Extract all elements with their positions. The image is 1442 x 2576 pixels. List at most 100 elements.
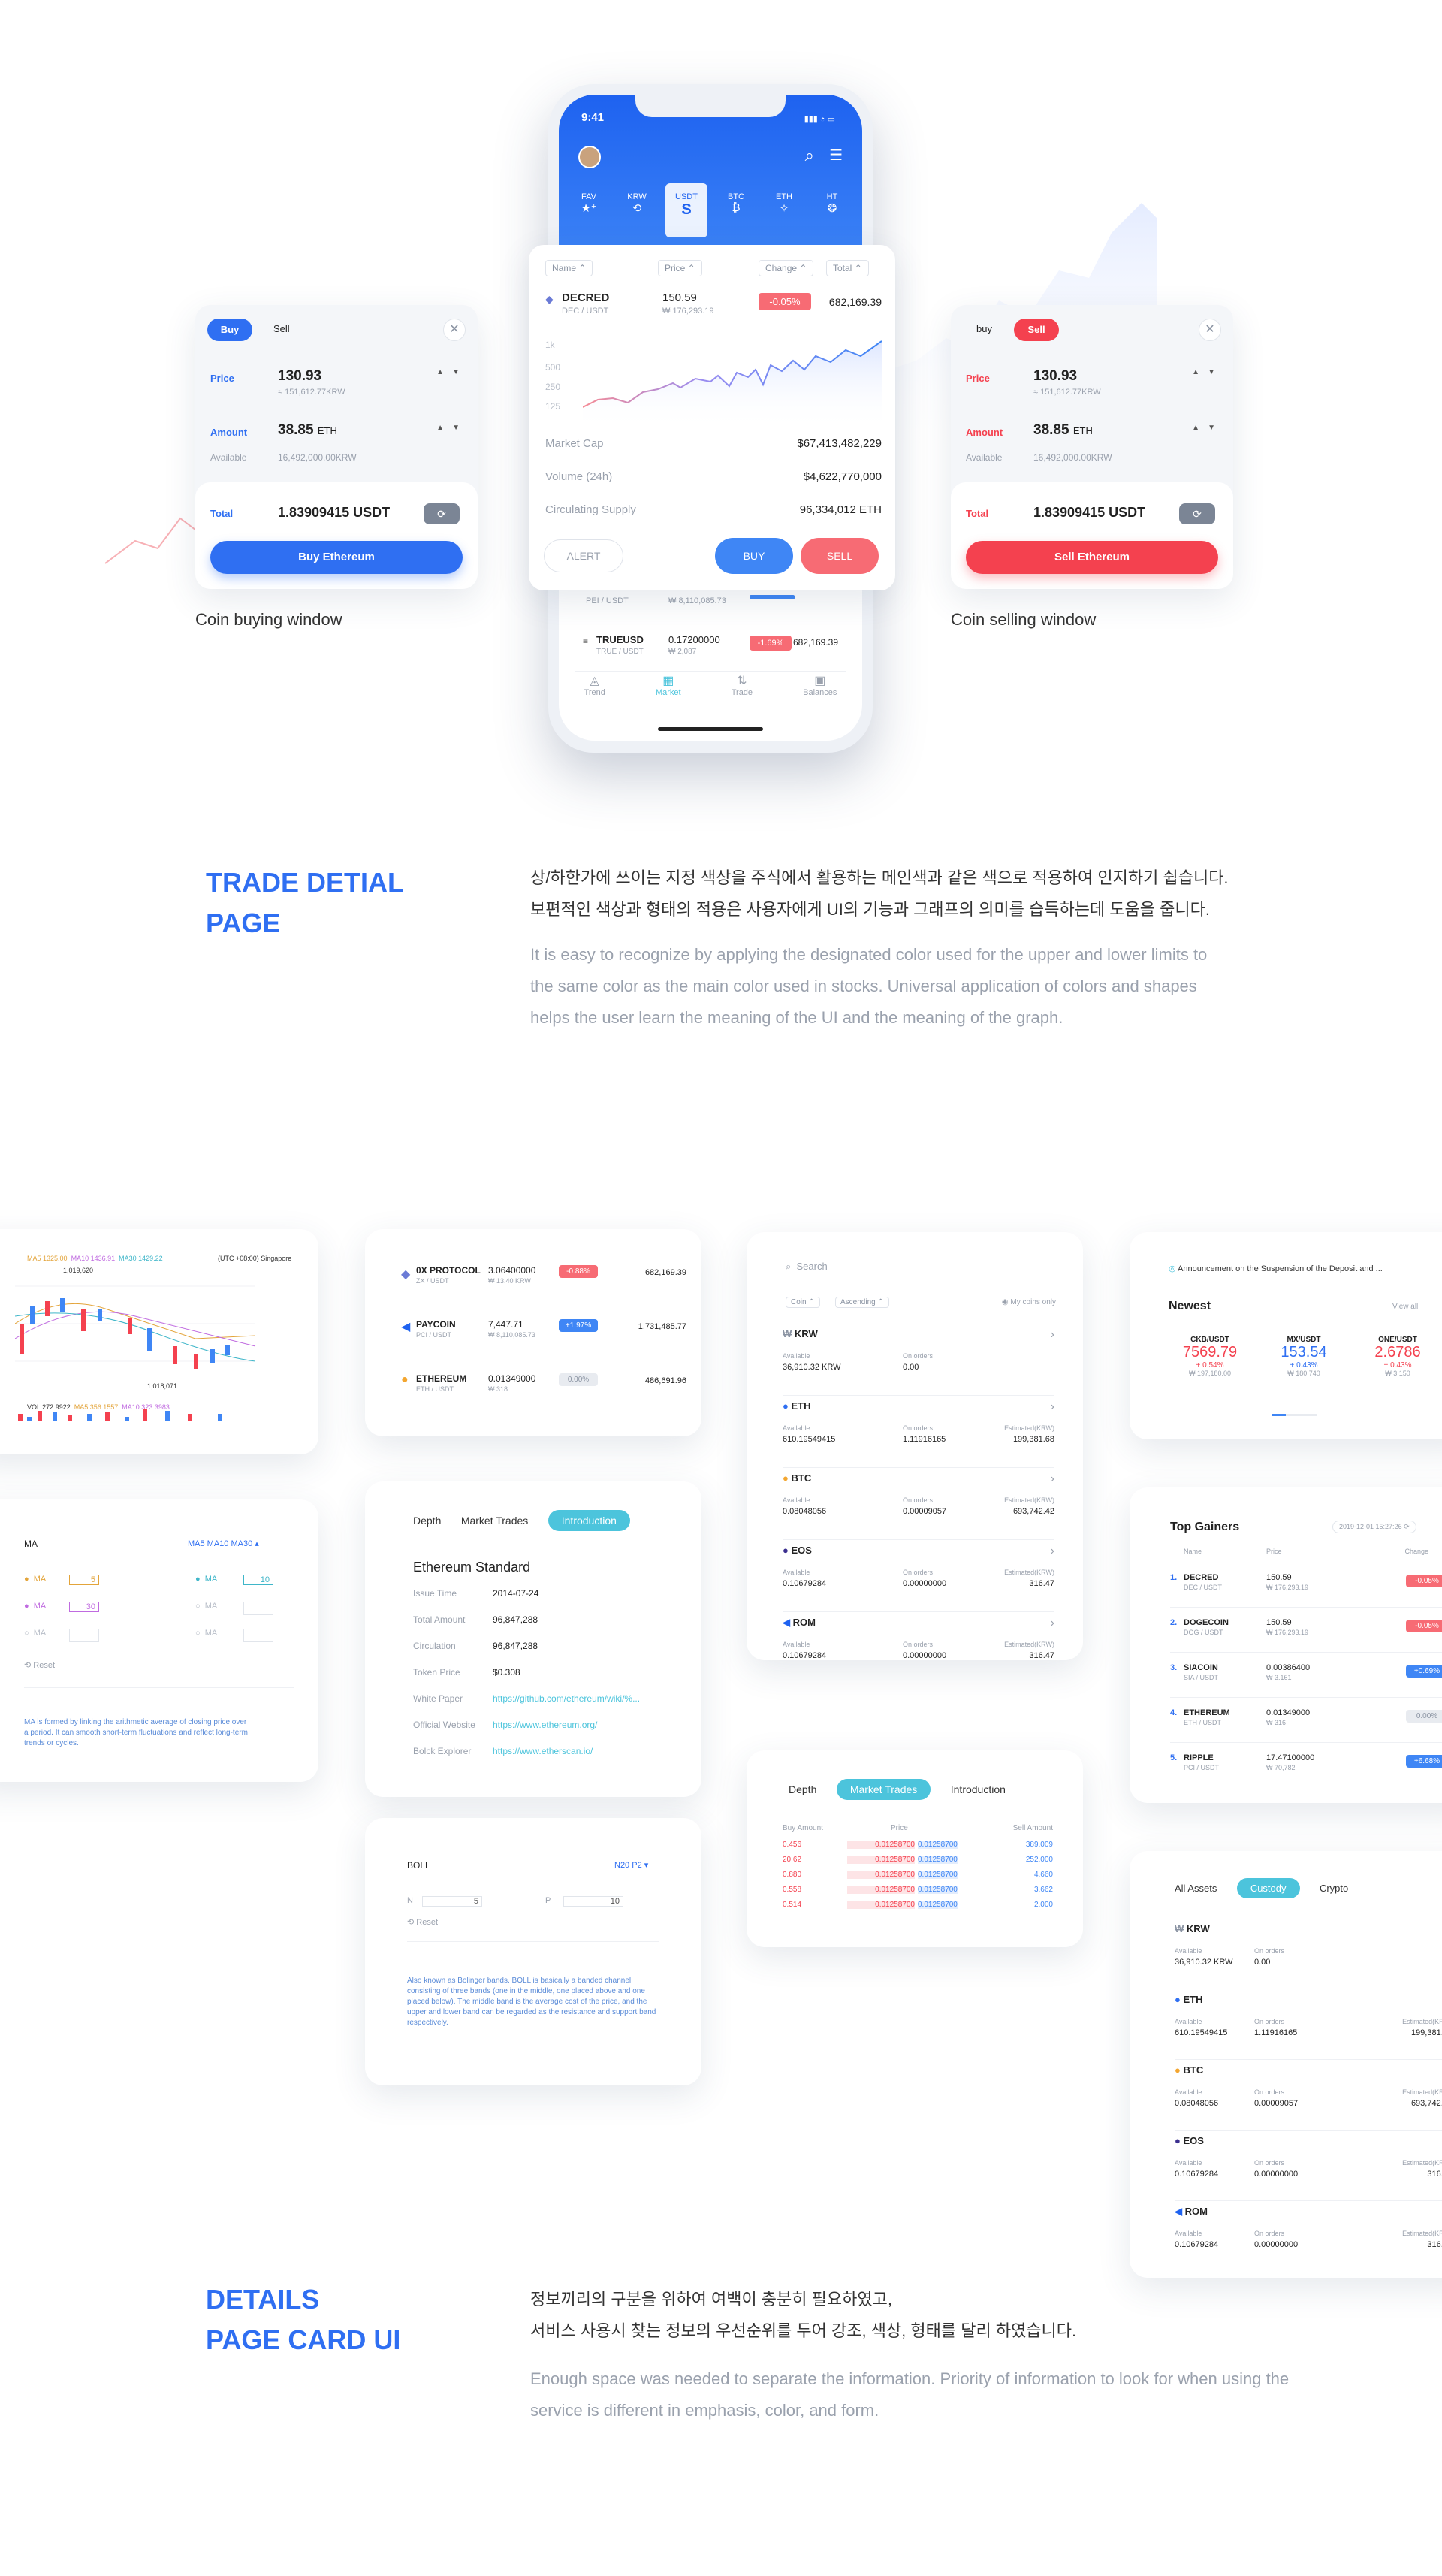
amount-value[interactable]: 38.85 ETH: [1033, 422, 1093, 439]
ma-select[interactable]: MA5 MA10 MA30 ▴: [188, 1539, 259, 1548]
coin-filter[interactable]: Coin ⌃: [786, 1297, 820, 1308]
balance-row-krw[interactable]: ₩ KRW › Available 36,910.32 KRW On order…: [783, 1324, 1054, 1396]
gainer-row[interactable]: 2. DOGECOIN DOG / USDT 150.59 ₩ 176,293.…: [1170, 1608, 1442, 1653]
nav-market[interactable]: ▦ Market: [656, 673, 681, 718]
buy-button[interactable]: BUY: [715, 538, 793, 574]
tab-introduction[interactable]: Introduction: [951, 1783, 1006, 1795]
search-icon[interactable]: ⌕: [805, 146, 814, 165]
boll-n[interactable]: N5: [407, 1896, 482, 1907]
nav-trade[interactable]: ⇅ Trade: [732, 673, 753, 718]
price-sub: ≈ 151,612.77KRW: [1033, 388, 1101, 397]
reset-button[interactable]: ⟲ Reset: [24, 1660, 55, 1670]
white-paper-link[interactable]: https://github.com/ethereum/wiki/%...: [493, 1693, 640, 1704]
asset-row-rom[interactable]: ◀ ROM › Available 0.10679284 On orders 0…: [1175, 2201, 1442, 2272]
price-value[interactable]: 130.93: [1033, 368, 1077, 385]
sell-button[interactable]: SELL: [801, 538, 879, 574]
tab-sell[interactable]: Sell: [273, 323, 290, 334]
nav-balances[interactable]: ▣ Balances: [803, 673, 837, 718]
balance-row-btc[interactable]: ● BTC › Available 0.08048056 On orders 0…: [783, 1468, 1054, 1540]
newest-item[interactable]: MX/USDT 153.54 + 0.43% ₩ 180,740: [1263, 1336, 1345, 1377]
view-all-link[interactable]: View all: [1392, 1303, 1418, 1311]
amount-stepper[interactable]: ▲ ▼: [1192, 424, 1215, 432]
tab-market-trades[interactable]: Market Trades: [461, 1514, 528, 1527]
ma-right-row[interactable]: ○ MA: [195, 1602, 300, 1629]
sort-filter[interactable]: Ascending ⌃: [835, 1297, 889, 1308]
nav-trend[interactable]: ◬ Trend: [584, 673, 605, 718]
boll-select[interactable]: N20 P2 ▾: [614, 1860, 648, 1870]
balance-row-eth[interactable]: ● ETH › Available 610.19549415 On orders…: [783, 1396, 1054, 1468]
my-coins-toggle[interactable]: ◉ My coins only: [1002, 1298, 1056, 1306]
explorer-link[interactable]: https://www.etherscan.io/: [493, 1746, 593, 1756]
tab-ht[interactable]: HT ❂: [813, 183, 852, 237]
price-stepper[interactable]: ▲ ▼: [1192, 368, 1215, 376]
notice-bar[interactable]: ◎ Announcement on the Suspension of the …: [1169, 1264, 1383, 1273]
balance-row-rom[interactable]: ◀ ROM › Available 0.10679284 On orders 0…: [783, 1612, 1054, 1672]
ma-right-row[interactable]: ○ MA: [195, 1629, 300, 1656]
gainers-date[interactable]: 2019-12-01 15:27:26 ⟳: [1332, 1521, 1416, 1533]
buy-ethereum-button[interactable]: Buy Ethereum: [210, 541, 463, 574]
tab-crypto[interactable]: Crypto: [1320, 1883, 1348, 1894]
mini-row-ethereum[interactable]: ● ETHEREUM ETH / USDT 0.01349000 ₩ 318 0…: [401, 1373, 686, 1403]
gainer-row[interactable]: 5. RIPPLE PCI / USDT 17.47100000 ₩ 70,78…: [1170, 1743, 1442, 1788]
tab-sell[interactable]: Sell: [1014, 319, 1059, 341]
tab-introduction[interactable]: Introduction: [548, 1510, 630, 1531]
tab-usdt[interactable]: USDT S: [665, 183, 707, 237]
mini-row-0x[interactable]: ◆ 0X PROTOCOL ZX / USDT 3.06400000 ₩ 13.…: [401, 1265, 686, 1295]
asset-row-eth[interactable]: ● ETH › Available 610.19549415 On orders…: [1175, 1989, 1442, 2060]
coin-name: DECRED: [562, 291, 610, 304]
tab-depth[interactable]: Depth: [413, 1514, 441, 1527]
close-icon[interactable]: ✕: [1199, 319, 1221, 341]
sort-change[interactable]: Change ⌃: [759, 260, 814, 276]
close-icon[interactable]: ✕: [443, 319, 466, 341]
tab-buy[interactable]: buy: [976, 323, 992, 334]
amount-stepper[interactable]: ▲ ▼: [436, 424, 460, 432]
tab-fav[interactable]: FAV ★⁺: [569, 183, 608, 237]
amount-value[interactable]: 38.85 ETH: [278, 422, 337, 439]
balances-card: ⌕ Search Coin ⌃ Ascending ⌃ ◉ My coins o…: [747, 1232, 1083, 1660]
balance-row-eos[interactable]: ● EOS › Available 0.10679284 On orders 0…: [783, 1540, 1054, 1612]
buy-window: Buy Sell ✕ Price 130.93 ≈ 151,612.77KRW …: [195, 305, 478, 589]
asset-row-btc[interactable]: ● BTC › Available 0.08048056 On orders 0…: [1175, 2060, 1442, 2131]
sort-total[interactable]: Total ⌃: [826, 260, 869, 276]
boll-p[interactable]: P 10: [545, 1896, 623, 1907]
ma-left-row[interactable]: ● MA 5: [24, 1575, 144, 1602]
price-stepper[interactable]: ▲ ▼: [436, 368, 460, 376]
tab-eth[interactable]: ETH ✧: [765, 183, 804, 237]
newest-item[interactable]: ONE/USDT 2.6786 + 0.43% ₩ 3,150: [1356, 1336, 1439, 1377]
price-label: Price: [210, 373, 234, 384]
tab-depth[interactable]: Depth: [789, 1783, 816, 1795]
sort-name[interactable]: Name ⌃: [545, 260, 593, 276]
tab-btc[interactable]: BTC ₿: [716, 183, 756, 237]
gainer-row[interactable]: 1. DECRED DEC / USDT 150.59 ₩ 176,293.19…: [1170, 1563, 1442, 1608]
sort-price[interactable]: Price ⌃: [658, 260, 702, 276]
alert-button[interactable]: ALERT: [544, 539, 623, 572]
ma-left-row[interactable]: ○ MA: [24, 1629, 144, 1656]
tab-all-assets[interactable]: All Assets: [1175, 1883, 1217, 1894]
phone-row-trueusd[interactable]: ≡ TRUEUSD TRUE / USDT 0.17200000 ₩ 2,087…: [575, 627, 846, 672]
website-link[interactable]: https://www.ethereum.org/: [493, 1720, 597, 1730]
menu-icon[interactable]: ☰: [829, 146, 843, 165]
asset-row-krw[interactable]: ₩ KRW › Available 36,910.32 KRW On order…: [1175, 1919, 1442, 1989]
avatar[interactable]: [578, 146, 601, 168]
tab-buy[interactable]: Buy: [207, 319, 252, 341]
gainer-row[interactable]: 4. ETHEREUM ETH / USDT 0.01349000 ₩ 316 …: [1170, 1698, 1442, 1743]
tab-market-trades[interactable]: Market Trades: [836, 1779, 931, 1800]
search-bar[interactable]: ⌕ Search: [786, 1261, 828, 1273]
price-value[interactable]: 130.93: [278, 368, 321, 385]
newest-item[interactable]: CKB/USDT 7569.79 + 0.54% ₩ 197,180.00: [1169, 1336, 1251, 1377]
phone-row-partial[interactable]: PEI / USDT ₩ 8,110,085.73: [575, 589, 846, 619]
tab-custody[interactable]: Custody: [1236, 1878, 1300, 1898]
mini-row-paycoin[interactable]: ◀ PAYCOIN PCI / USDT 7,447.71 ₩ 8,110,08…: [401, 1319, 686, 1349]
reset-button[interactable]: ⟲ Reset: [407, 1917, 438, 1927]
tab-krw[interactable]: KRW ⟲: [617, 183, 656, 237]
refresh-icon[interactable]: ⟳: [424, 503, 460, 524]
sell-ethereum-button[interactable]: Sell Ethereum: [966, 541, 1218, 574]
gainer-row[interactable]: 3. SIACOIN SIA / USDT 0.00386400 ₩ 3.161…: [1170, 1653, 1442, 1698]
total-value: 1.83909415 USDT: [278, 505, 391, 520]
refresh-icon[interactable]: ⟳: [1179, 503, 1215, 524]
ma-left-row[interactable]: ● MA 30: [24, 1602, 144, 1629]
coin-row-decred[interactable]: ◆ DECRED DEC / USDT 150.59 ₩ 176,293.19 …: [545, 291, 882, 329]
decred-icon: ◆: [545, 293, 554, 305]
asset-row-eos[interactable]: ● EOS › Available 0.10679284 On orders 0…: [1175, 2131, 1442, 2201]
ma-right-row[interactable]: ● MA 10: [195, 1575, 300, 1602]
